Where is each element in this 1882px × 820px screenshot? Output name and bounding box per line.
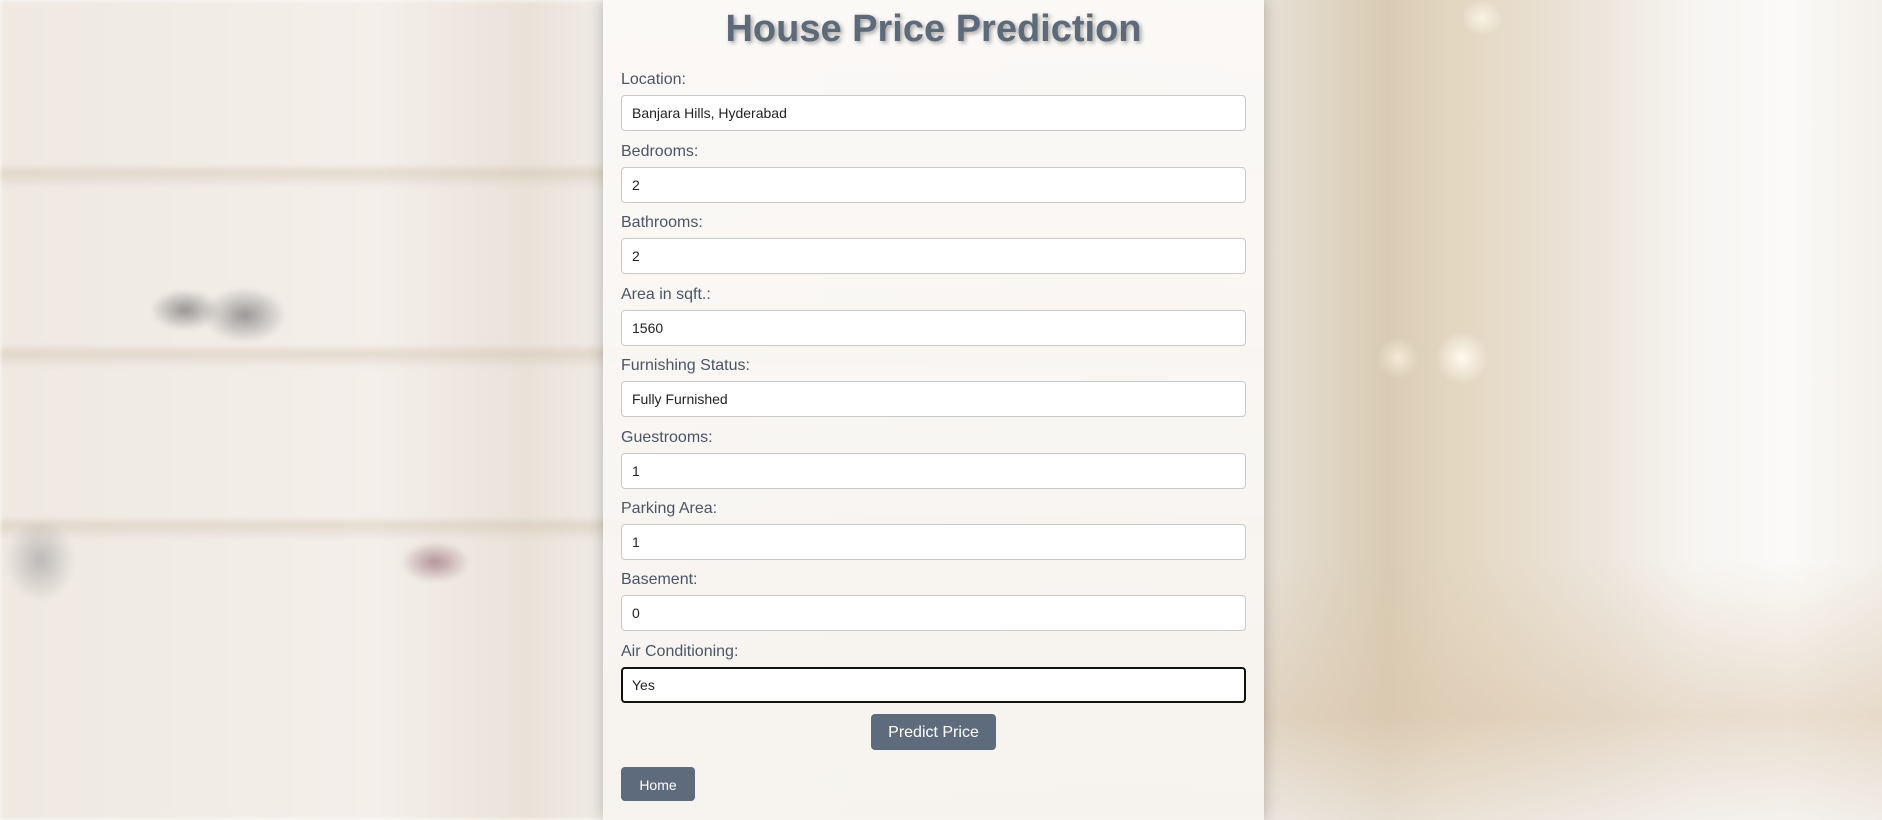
furnishing-field-group: Furnishing Status: (621, 356, 1246, 417)
bedrooms-field-group: Bedrooms: (621, 142, 1246, 203)
page-title: House Price Prediction (725, 8, 1142, 50)
basement-input[interactable] (621, 595, 1246, 631)
background-image-right (1264, 0, 1882, 820)
bedrooms-input[interactable] (621, 167, 1246, 203)
furnishing-label: Furnishing Status: (621, 357, 750, 374)
bathrooms-input[interactable] (621, 238, 1246, 274)
bathrooms-field-group: Bathrooms: (621, 213, 1246, 274)
predict-price-button[interactable]: Predict Price (871, 714, 996, 750)
location-input[interactable] (621, 95, 1246, 131)
guestrooms-field-group: Guestrooms: (621, 428, 1246, 489)
air-conditioning-field-group: Air Conditioning: (621, 642, 1246, 703)
parking-label: Parking Area: (621, 500, 718, 517)
bedrooms-label: Bedrooms: (621, 143, 699, 160)
parking-input[interactable] (621, 524, 1246, 560)
furnishing-input[interactable] (621, 381, 1246, 417)
home-button[interactable]: Home (621, 767, 695, 801)
area-field-group: Area in sqft.: (621, 285, 1246, 346)
parking-field-group: Parking Area: (621, 499, 1246, 560)
air-conditioning-label: Air Conditioning: (621, 643, 739, 660)
air-conditioning-input[interactable] (621, 667, 1246, 703)
guestrooms-label: Guestrooms: (621, 429, 713, 446)
basement-field-group: Basement: (621, 570, 1246, 631)
guestrooms-input[interactable] (621, 453, 1246, 489)
bathrooms-label: Bathrooms: (621, 214, 703, 231)
basement-label: Basement: (621, 571, 698, 588)
location-label: Location: (621, 71, 686, 88)
location-field-group: Location: (621, 70, 1246, 131)
form-panel: House Price Prediction Location: Bedroom… (603, 0, 1264, 820)
area-label: Area in sqft.: (621, 286, 711, 303)
area-input[interactable] (621, 310, 1246, 346)
